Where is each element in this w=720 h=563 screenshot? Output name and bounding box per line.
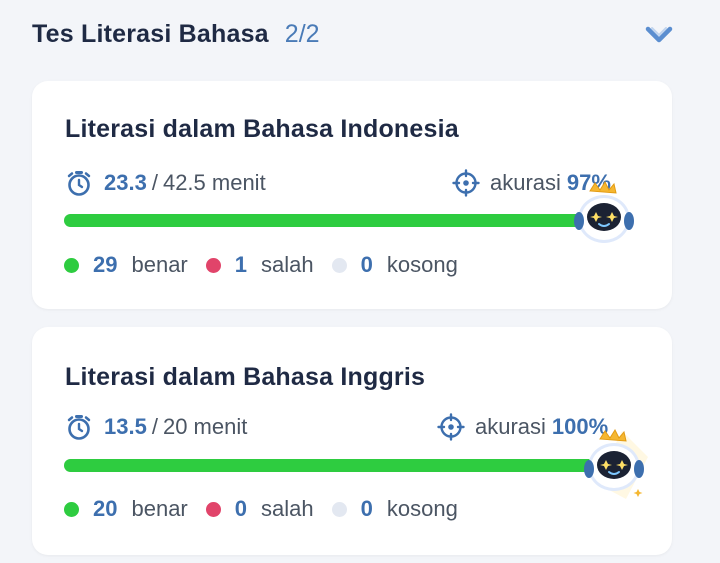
time-total: 20 menit [162, 414, 248, 439]
chevron-down-icon[interactable] [642, 20, 676, 48]
time-separator: / [151, 170, 158, 195]
time-info: 13.5 / 20 menit [66, 413, 247, 441]
wrong-count: 0 [234, 496, 248, 521]
answer-stats: 29 benar 1 salah 0 kosong [64, 251, 476, 279]
correct-count: 20 [93, 496, 118, 521]
progress-bar [64, 214, 624, 227]
time-used: 13.5 [104, 414, 147, 439]
correct-dot [64, 257, 79, 273]
correct-count: 29 [93, 252, 118, 277]
wrong-count: 1 [234, 252, 248, 277]
empty-dot [331, 501, 347, 517]
section-title: Tes Literasi Bahasa [32, 19, 269, 48]
progress-fill [64, 459, 624, 472]
correct-label: benar [131, 252, 188, 277]
time-used: 23.3 [104, 170, 147, 195]
wrong-label: salah [261, 252, 314, 277]
progress-fill [64, 214, 608, 227]
card-title: Literasi dalam Bahasa Indonesia [65, 115, 459, 143]
mascot-icon [584, 428, 648, 499]
target-icon [437, 413, 465, 441]
time-separator: / [151, 414, 158, 439]
time-total: 42.5 menit [162, 170, 266, 195]
correct-dot [64, 501, 79, 517]
progress-bar [64, 459, 624, 472]
answer-stats: 20 benar 0 salah 0 kosong [64, 495, 476, 523]
section-count: 2/2 [284, 19, 320, 48]
empty-dot [331, 257, 347, 273]
correct-label: benar [131, 496, 188, 521]
empty-count: 0 [360, 252, 373, 277]
section-header[interactable]: Tes Literasi Bahasa 2/2 [32, 16, 682, 52]
result-card-indonesia[interactable]: Literasi dalam Bahasa Indonesia 23.3 / 4… [32, 81, 672, 309]
stopwatch-icon [67, 171, 91, 196]
wrong-label: salah [261, 496, 314, 521]
accuracy-label: akurasi [490, 170, 561, 195]
empty-label: kosong [386, 496, 458, 521]
result-card-inggris[interactable]: Literasi dalam Bahasa Inggris 13.5 / 20 … [32, 327, 672, 555]
accuracy-label: akurasi [475, 414, 546, 439]
mascot-icon [574, 180, 634, 243]
target-icon [452, 169, 480, 197]
time-info: 23.3 / 42.5 menit [66, 169, 266, 197]
card-title: Literasi dalam Bahasa Inggris [65, 363, 426, 391]
stopwatch-icon [67, 415, 91, 440]
empty-count: 0 [360, 496, 373, 521]
empty-label: kosong [386, 252, 458, 277]
wrong-dot [205, 501, 221, 517]
wrong-dot [205, 257, 221, 273]
